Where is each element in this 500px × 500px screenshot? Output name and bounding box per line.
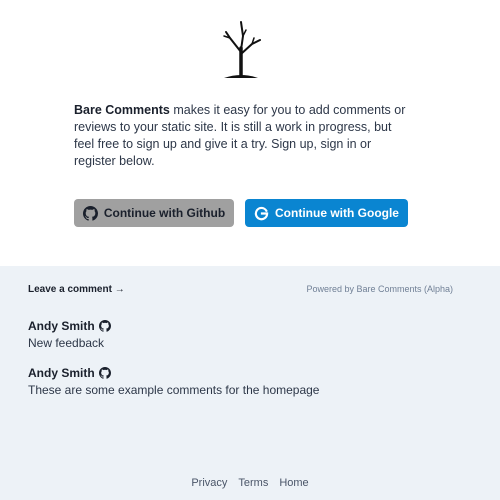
github-icon [82, 205, 98, 221]
comment-author-name: Andy Smith [28, 366, 95, 380]
footer-links: Privacy Terms Home [0, 477, 500, 489]
powered-by-text: Powered by Bare Comments (Alpha) [306, 284, 453, 294]
comment-text: New feedback [28, 336, 105, 350]
comment-text: These are some example comments for the … [28, 383, 320, 397]
comment-author-name: Andy Smith [28, 319, 95, 333]
brand-name: Bare Comments [74, 103, 170, 117]
github-button-label: Continue with Github [103, 206, 226, 220]
intro-text: Bare Comments makes it easy for you to a… [74, 102, 414, 170]
comment-item: Andy Smith These are some example commen… [28, 366, 319, 397]
bare-tree-icon [223, 21, 261, 78]
leave-comment-link[interactable]: Leave a comment → [28, 284, 125, 295]
comment-item: Andy Smith New feedback [28, 319, 111, 350]
footer-link-privacy[interactable]: Privacy [191, 477, 227, 489]
comment-author: Andy Smith [28, 319, 111, 333]
continue-with-github-button[interactable]: Continue with Github [74, 199, 234, 227]
github-icon [98, 320, 111, 332]
footer-link-terms[interactable]: Terms [238, 477, 268, 489]
google-button-label: Continue with Google [275, 206, 399, 220]
intro-section: Bare Comments makes it easy for you to a… [0, 0, 500, 266]
google-g-icon [254, 206, 269, 221]
footer-link-home[interactable]: Home [279, 477, 308, 489]
github-icon [98, 367, 111, 379]
continue-with-google-button[interactable]: Continue with Google [245, 199, 408, 227]
comment-author: Andy Smith [28, 366, 319, 380]
